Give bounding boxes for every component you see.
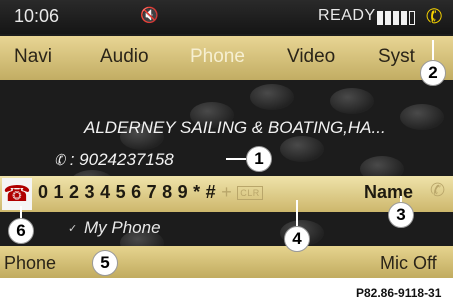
digit-1[interactable]: 1 [54, 182, 65, 202]
digit-star[interactable]: * [193, 182, 201, 202]
hang-up-icon[interactable]: ☎ [2, 178, 32, 210]
menu-item-audio[interactable]: Audio [100, 46, 149, 68]
digit-8[interactable]: 8 [162, 182, 173, 202]
digit-3[interactable]: 3 [85, 182, 96, 202]
call-icon[interactable]: ✆ [430, 180, 445, 201]
mic-off-button[interactable]: Mic Off [380, 253, 437, 274]
callout-4: 4 [284, 226, 310, 252]
clock: 10:06 [14, 6, 60, 26]
name-button[interactable]: Name [364, 182, 413, 203]
phone-menu-button[interactable]: Phone [4, 253, 56, 274]
callout-2: 2 [420, 60, 446, 86]
device-name[interactable]: My Phone [84, 218, 161, 238]
callout-1-leader [226, 158, 246, 160]
speaker-mute-icon: 🔇 [140, 7, 159, 24]
contact-name: ALDERNEY SAILING & BOATING,HA... [84, 118, 386, 137]
menu-item-phone[interactable]: Phone [190, 46, 245, 68]
menu-item-system[interactable]: Syst [378, 46, 415, 68]
signal-strength-icon [377, 11, 417, 25]
comand-display: 10:06 🔇 READY ✆ Navi Audio Phone Video S… [0, 0, 453, 278]
menu-item-navi[interactable]: Navi [14, 46, 52, 68]
digit-7[interactable]: 7 [147, 182, 158, 202]
callout-4-leader [296, 200, 298, 226]
figure-reference: P82.86-9118-31 [356, 286, 442, 300]
plus-key[interactable]: + [221, 182, 232, 202]
callout-5: 5 [92, 250, 118, 276]
digit-6[interactable]: 6 [131, 182, 142, 202]
callout-3: 3 [388, 202, 414, 228]
digit-0[interactable]: 0 [38, 182, 49, 202]
menu-item-video[interactable]: Video [287, 46, 335, 68]
check-icon: ✓ [68, 223, 78, 235]
phone-number: : 9024237158 [69, 150, 174, 169]
digit-5[interactable]: 5 [116, 182, 127, 202]
callout-2-leader [432, 40, 434, 60]
digit-entry-bar: 0 1 2 3 4 5 6 7 8 9 * # + CLR [38, 182, 268, 203]
clear-key[interactable]: CLR [237, 186, 263, 201]
handset-icon: ✆ [422, 3, 447, 31]
phone-number-row[interactable]: ✆: 9024237158 [51, 150, 174, 170]
ready-status: READY [318, 7, 376, 24]
status-bar: 10:06 🔇 READY ✆ [0, 0, 453, 34]
callout-6: 6 [8, 218, 34, 244]
digit-9[interactable]: 9 [178, 182, 189, 202]
digit-hash[interactable]: # [206, 182, 217, 202]
digit-4[interactable]: 4 [100, 182, 111, 202]
phone-number-icon: ✆ [51, 150, 68, 170]
main-menu-bar: Navi Audio Phone Video Syst [0, 36, 453, 80]
digit-2[interactable]: 2 [69, 182, 80, 202]
callout-1: 1 [246, 146, 272, 172]
